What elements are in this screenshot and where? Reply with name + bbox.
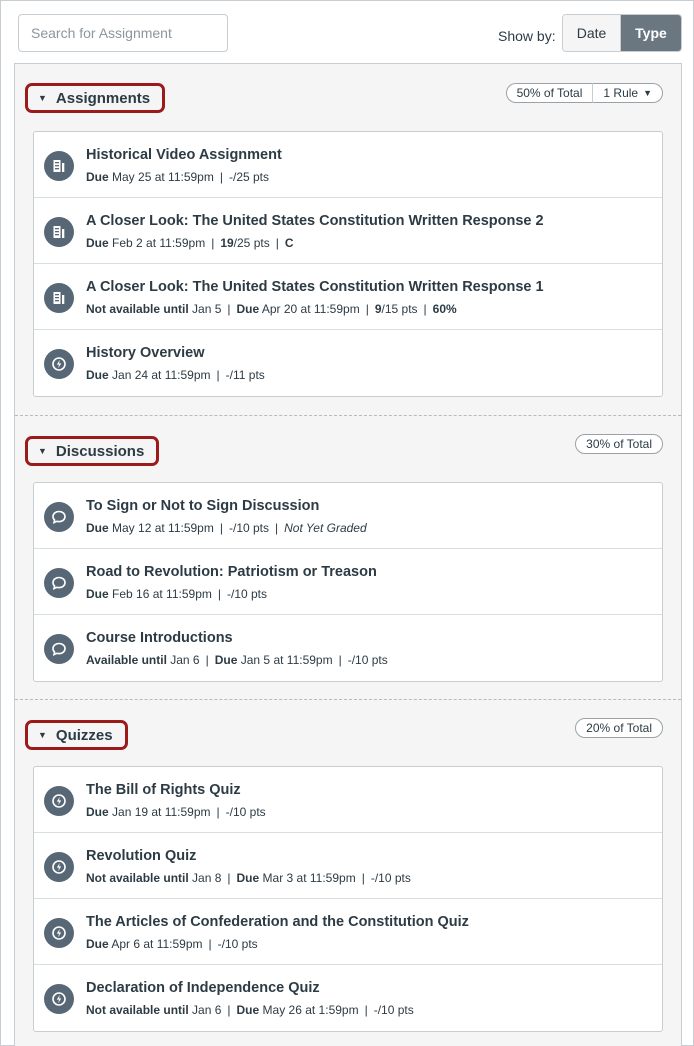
list-item[interactable]: To Sign or Not to Sign Discussion Due Ma…: [34, 483, 662, 549]
item-meta: Due May 12 at 11:59pm | -/10 pts | Not Yet G…: [86, 521, 367, 535]
item-meta: Due Feb 16 at 11:59pm | -/10 pts: [86, 587, 268, 601]
list-item[interactable]: A Closer Look: The United States Constit…: [34, 264, 662, 330]
item-title: Road to Revolution: Patriotism or Treaso…: [86, 564, 377, 580]
item-title: The Bill of Rights Quiz: [86, 782, 241, 798]
show-by-label: Show by:: [498, 28, 556, 44]
item-title: A Closer Look: The United States Constit…: [86, 213, 544, 229]
item-title: The Articles of Confederation and the Co…: [86, 914, 469, 930]
item-title: Course Introductions: [86, 630, 233, 646]
item-meta: Due Apr 6 at 11:59pm | -/10 pts: [86, 937, 258, 951]
dropdown-arrow-icon: ▼: [643, 88, 652, 98]
item-title: To Sign or Not to Sign Discussion: [86, 498, 320, 514]
group-items-list: To Sign or Not to Sign Discussion Due Ma…: [33, 482, 663, 682]
list-item[interactable]: Course Introductions Available until Jan…: [34, 615, 662, 681]
group-weight-badges: 50% of Total 1 Rule ▼: [505, 83, 663, 103]
group-weight-badge: 20% of Total: [575, 718, 663, 738]
quiz-icon: [44, 786, 74, 816]
group-header-discussions[interactable]: ▼ Discussions: [25, 436, 160, 466]
show-by-type-button[interactable]: Type: [621, 15, 681, 51]
list-item[interactable]: The Articles of Confederation and the Co…: [34, 899, 662, 965]
list-item[interactable]: A Closer Look: The United States Constit…: [34, 198, 662, 264]
group-weight-badges: 20% of Total: [575, 718, 663, 738]
list-item[interactable]: Declaration of Independence Quiz Not ava…: [34, 965, 662, 1031]
discussion-icon: [44, 568, 74, 598]
list-item[interactable]: History Overview Due Jan 24 at 11:59pm | -…: [34, 330, 662, 396]
group-weight-badge: 50% of Total: [505, 83, 594, 103]
rules-label: 1 Rule: [603, 86, 639, 100]
group-discussions: ▼ Discussions 30% of Total To Sign or No…: [15, 416, 681, 699]
item-meta: Due Jan 24 at 11:59pm | -/11 pts: [86, 368, 265, 382]
quiz-icon: [44, 984, 74, 1014]
item-title: History Overview: [86, 345, 205, 361]
item-meta: Available until Jan 6 | Due Jan 5 at 11:59…: [86, 653, 388, 667]
quiz-icon: [44, 852, 74, 882]
list-item[interactable]: Road to Revolution: Patriotism or Treaso…: [34, 549, 662, 615]
caret-down-icon: ▼: [38, 93, 47, 103]
caret-down-icon: ▼: [38, 446, 47, 456]
discussion-icon: [44, 634, 74, 664]
item-title: Declaration of Independence Quiz: [86, 980, 320, 996]
item-title: Historical Video Assignment: [86, 147, 282, 163]
show-by-toggle: Date Type: [562, 14, 682, 52]
item-title: Revolution Quiz: [86, 848, 197, 864]
assignment-icon: [44, 151, 74, 181]
group-weight-badges: 30% of Total: [575, 434, 663, 454]
group-name: Quizzes: [55, 726, 113, 744]
caret-down-icon: ▼: [38, 730, 47, 740]
group-header-assignments[interactable]: ▼ Assignments: [25, 83, 166, 113]
item-meta: Due May 25 at 11:59pm | -/25 pts: [86, 170, 270, 184]
quiz-icon: [44, 349, 74, 379]
group-items-list: The Bill of Rights Quiz Due Jan 19 at 11…: [33, 766, 663, 1032]
item-title: A Closer Look: The United States Constit…: [86, 279, 544, 295]
item-meta: Not available until Jan 8 | Due Mar 3 at 1…: [86, 871, 411, 885]
group-header-quizzes[interactable]: ▼ Quizzes: [25, 720, 128, 750]
group-items-list: Historical Video Assignment Due May 25 a…: [33, 131, 663, 397]
group-quizzes: ▼ Quizzes 20% of Total The Bill of Right…: [15, 700, 681, 1046]
list-item[interactable]: Revolution Quiz Not available until Jan …: [34, 833, 662, 899]
item-meta: Not available until Jan 6 | Due May 26 at …: [86, 1003, 414, 1017]
item-meta: Not available until Jan 5 | Due Apr 20 at …: [86, 302, 457, 316]
top-toolbar: Show by: Date Type: [1, 1, 693, 63]
search-input[interactable]: [18, 14, 228, 52]
assignment-icon: [44, 283, 74, 313]
list-item[interactable]: Historical Video Assignment Due May 25 a…: [34, 132, 662, 198]
group-rules-dropdown[interactable]: 1 Rule ▼: [593, 83, 663, 103]
assignment-groups: ▼ Assignments 50% of Total 1 Rule ▼ Histo…: [14, 63, 682, 1046]
item-meta: Due Feb 2 at 11:59pm | 19/25 pts | C: [86, 236, 294, 250]
quiz-icon: [44, 918, 74, 948]
show-by-date-button[interactable]: Date: [563, 15, 621, 51]
group-name: Assignments: [55, 89, 151, 107]
assignments-page: Show by: Date Type ▼ Assignments 50% of …: [0, 0, 694, 1046]
item-meta: Due Jan 19 at 11:59pm | -/10 pts: [86, 805, 266, 819]
group-weight-badge: 30% of Total: [575, 434, 663, 454]
group-assignments: ▼ Assignments 50% of Total 1 Rule ▼ Histo…: [15, 64, 681, 414]
group-name: Discussions: [55, 442, 145, 460]
assignment-icon: [44, 217, 74, 247]
list-item[interactable]: The Bill of Rights Quiz Due Jan 19 at 11…: [34, 767, 662, 833]
discussion-icon: [44, 502, 74, 532]
